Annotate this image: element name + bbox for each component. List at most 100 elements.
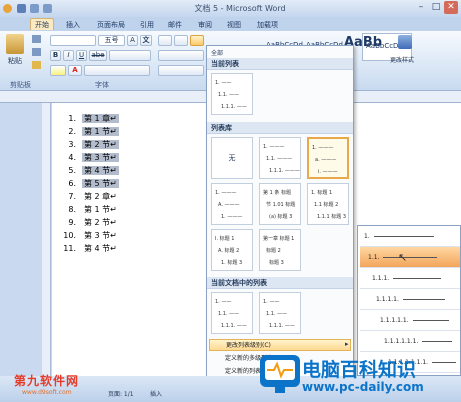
tile-line: 1. 标题 1 <box>311 190 333 196</box>
bold-button[interactable]: B <box>50 50 61 61</box>
doc-list-line-1: 1. —— <box>215 299 232 305</box>
numbering-button[interactable] <box>174 35 188 46</box>
highlight-button[interactable] <box>50 65 66 76</box>
tile-line: 节 1.01 标题 <box>266 202 296 208</box>
current-list-line-1: 1. —— <box>215 80 232 86</box>
tile-line: 1. 标题 3 <box>221 260 243 266</box>
underline-button[interactable]: U <box>76 50 87 61</box>
list-level-option[interactable]: 1.1.1.1.1.1. <box>360 331 460 352</box>
list-number: 7. <box>68 192 76 201</box>
tile-line: i. ——— <box>318 169 338 175</box>
alignment-group[interactable] <box>158 50 204 61</box>
list-item[interactable]: 1. 第 1 章↵ <box>62 113 119 125</box>
list-item[interactable]: 3. 第 2 节↵ <box>62 139 119 151</box>
quick-access-toolbar <box>3 2 73 15</box>
cut-icon[interactable] <box>32 35 41 43</box>
list-library-tile[interactable]: 1. ——— A. ——— 1. ——— <box>211 183 253 225</box>
tab-mailings[interactable]: 邮件 <box>164 19 186 31</box>
tab-addins[interactable]: 加载项 <box>253 19 282 31</box>
list-library-tile[interactable]: 第一章 标题 1 标题 2 标题 3 <box>259 229 301 271</box>
tile-line: 1. ——— <box>263 144 285 150</box>
doc-list-tile-1[interactable]: 1. —— 1.1. —— 1.1.1. —— <box>211 292 253 334</box>
list-level-option[interactable]: 1. <box>360 226 460 247</box>
list-library-tile[interactable]: 第 1 条 标题节 1.01 标题 (a) 标题 3 <box>259 183 301 225</box>
list-item[interactable]: 5. 第 4 节↵ <box>62 165 119 177</box>
char-format-group[interactable] <box>84 65 150 76</box>
list-item[interactable]: 9. 第 2 节↵ <box>62 217 119 229</box>
list-number: 9. <box>68 218 76 227</box>
undo-icon[interactable] <box>30 4 39 13</box>
font-name-box[interactable] <box>50 35 96 46</box>
list-level-label: 1.1.1.1.1. <box>380 317 409 324</box>
list-text: 第 4 节↵ <box>82 166 119 175</box>
bullets-button[interactable] <box>158 35 172 46</box>
tab-page-layout[interactable]: 页面布局 <box>93 19 129 31</box>
clipboard-group-label: 剪贴板 <box>10 81 31 89</box>
list-level-label: 1.1. <box>368 254 380 261</box>
list-text: 第 1 章↵ <box>82 114 119 123</box>
list-library-tile[interactable]: I. 标题 1 A. 标题 2 1. 标题 3 <box>211 229 253 271</box>
list-level-label: 1.1.1. <box>372 275 390 282</box>
multilevel-list-button[interactable] <box>190 35 204 46</box>
list-item[interactable]: 8. 第 1 节↵ <box>62 204 119 216</box>
list-level-option[interactable]: 1.1.1.1. <box>360 289 460 310</box>
italic-button[interactable]: I <box>63 50 74 61</box>
minimize-button[interactable]: – <box>414 1 428 14</box>
list-number: 6. <box>68 179 76 188</box>
list-text: 第 2 节↵ <box>82 140 119 149</box>
list-item[interactable]: 7. 第 2 章↵ <box>62 191 119 203</box>
list-library-tile[interactable]: 1. 标题 1 1.1 标题 2 1.1.1 标题 3 <box>307 183 349 225</box>
format-painter-icon[interactable] <box>32 61 41 69</box>
list-number: 2. <box>68 127 76 136</box>
list-item[interactable]: 4. 第 3 节↵ <box>62 152 119 164</box>
page-count[interactable]: 页面: 1/1 <box>108 389 134 398</box>
tile-line: 1. ——— <box>221 214 243 220</box>
watermark-left-url: www.d9soft.com <box>22 389 72 396</box>
font-color-button[interactable]: A <box>68 65 82 76</box>
list-item[interactable]: 6. 第 5 节↵ <box>62 178 119 190</box>
list-item[interactable]: 11. 第 4 节↵ <box>62 243 119 255</box>
change-styles-icon[interactable] <box>398 35 412 49</box>
insert-mode[interactable]: 插入 <box>150 389 162 398</box>
list-number: 10. <box>63 231 76 240</box>
list-item[interactable]: 2. 第 1 节↵ <box>62 126 119 138</box>
paste-icon[interactable] <box>6 34 24 54</box>
doc-list-tile-2[interactable]: 1. —— 1.1. —— 1.1.1. —— <box>259 292 301 334</box>
list-level-option[interactable]: 1.1.1.1.1. <box>360 310 460 331</box>
font-size-box[interactable]: 五号 <box>98 35 125 46</box>
list-library-tile[interactable]: 1. ——— 1.1. ——— 1.1.1. ——— <box>259 137 301 179</box>
redo-icon[interactable] <box>43 4 52 13</box>
font-group-label: 字体 <box>95 81 109 89</box>
tab-review[interactable]: 审阅 <box>194 19 216 31</box>
copy-icon[interactable] <box>32 48 41 56</box>
tab-references[interactable]: 引用 <box>136 19 158 31</box>
none-tile[interactable]: 无 <box>211 137 253 179</box>
tab-insert[interactable]: 插入 <box>62 19 84 31</box>
maximize-button[interactable]: □ <box>429 1 443 14</box>
strikethrough-button[interactable]: abe <box>89 50 107 61</box>
list-level-option[interactable]: 1.1. <box>360 247 460 268</box>
list-text: 第 1 节↵ <box>84 205 117 214</box>
save-icon[interactable] <box>17 4 26 13</box>
phonetic-button[interactable]: 文 <box>140 35 152 46</box>
list-number: 3. <box>68 140 76 149</box>
tab-view[interactable]: 视图 <box>223 19 245 31</box>
current-list-tile[interactable]: 1. —— 1.1. —— 1.1.1. —— <box>211 73 253 115</box>
subscript-superscript-group[interactable] <box>109 50 151 61</box>
office-button-icon[interactable] <box>3 4 12 13</box>
change-styles-label[interactable]: 更改样式 <box>390 55 414 64</box>
tile-line: 1. ——— <box>312 145 334 151</box>
window-title: 文档 5 - Microsoft Word <box>194 4 286 13</box>
vertical-ruler[interactable] <box>42 103 51 376</box>
grow-font-button[interactable]: A <box>127 35 138 46</box>
list-level-option[interactable]: 1.1.1. <box>360 268 460 289</box>
tab-home[interactable]: 开始 <box>30 18 54 30</box>
list-library-tile[interactable]: 1. ——— a. ——— i. ——— <box>307 137 349 179</box>
list-text: 第 3 节↵ <box>82 153 119 162</box>
shading-border-group[interactable] <box>158 65 204 76</box>
tile-line: A. 标题 2 <box>218 248 240 254</box>
watermark-right-url: www.pc-daily.com <box>302 380 424 394</box>
list-item[interactable]: 10. 第 3 节↵ <box>62 230 119 242</box>
close-button[interactable]: ✕ <box>444 1 458 14</box>
left-margin <box>0 103 42 376</box>
